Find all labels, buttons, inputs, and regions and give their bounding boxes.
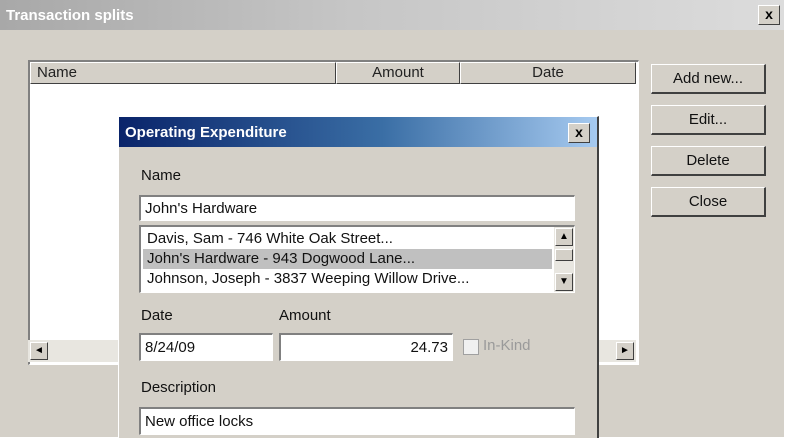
vendor-list-item-selected[interactable]: John's Hardware - 943 Dogwood Lane...	[143, 249, 552, 269]
dialog-title-bar[interactable]: Operating Expenditure x	[119, 117, 597, 147]
scroll-down-icon[interactable]: ▼	[555, 273, 573, 291]
amount-input[interactable]	[279, 333, 453, 361]
scroll-thumb[interactable]	[555, 249, 573, 261]
vendor-listbox[interactable]: Davis, Sam - 746 White Oak Street... Joh…	[139, 225, 575, 293]
main-title-bar[interactable]: Transaction splits x	[0, 0, 784, 30]
add-new-button[interactable]: Add new...	[651, 64, 766, 94]
delete-button[interactable]: Delete	[651, 146, 766, 176]
description-label: Description	[141, 379, 217, 396]
in-kind-checkbox[interactable]	[463, 339, 479, 355]
transaction-splits-window: Transaction splits x Name Amount Date ◄ …	[0, 0, 784, 438]
vendor-list-scrollbar[interactable]: ▲ ▼	[554, 227, 574, 292]
vendor-list-item[interactable]: Davis, Sam - 746 White Oak Street...	[147, 229, 393, 249]
amount-label: Amount	[279, 307, 331, 324]
name-input[interactable]	[139, 195, 575, 221]
description-input[interactable]	[139, 407, 575, 435]
date-label: Date	[141, 307, 173, 324]
close-button[interactable]: Close	[651, 187, 766, 217]
scroll-left-icon[interactable]: ◄	[30, 342, 48, 360]
in-kind-label: In-Kind	[483, 337, 531, 354]
operating-expenditure-dialog: Operating Expenditure x Name Davis, Sam …	[118, 116, 599, 438]
main-window-title: Transaction splits	[6, 7, 134, 24]
dialog-title: Operating Expenditure	[125, 124, 287, 141]
column-header-amount[interactable]: Amount	[336, 62, 460, 84]
column-header-date[interactable]: Date	[460, 62, 636, 84]
scroll-right-icon[interactable]: ►	[616, 342, 634, 360]
edit-button[interactable]: Edit...	[651, 105, 766, 135]
main-close-button[interactable]: x	[758, 5, 780, 25]
dialog-close-button[interactable]: x	[568, 123, 590, 143]
date-input[interactable]	[139, 333, 273, 361]
name-label: Name	[141, 167, 182, 184]
scroll-up-icon[interactable]: ▲	[555, 228, 573, 246]
vendor-list-item[interactable]: Johnson, Joseph - 3837 Weeping Willow Dr…	[147, 269, 469, 289]
column-header-name[interactable]: Name	[30, 62, 336, 84]
